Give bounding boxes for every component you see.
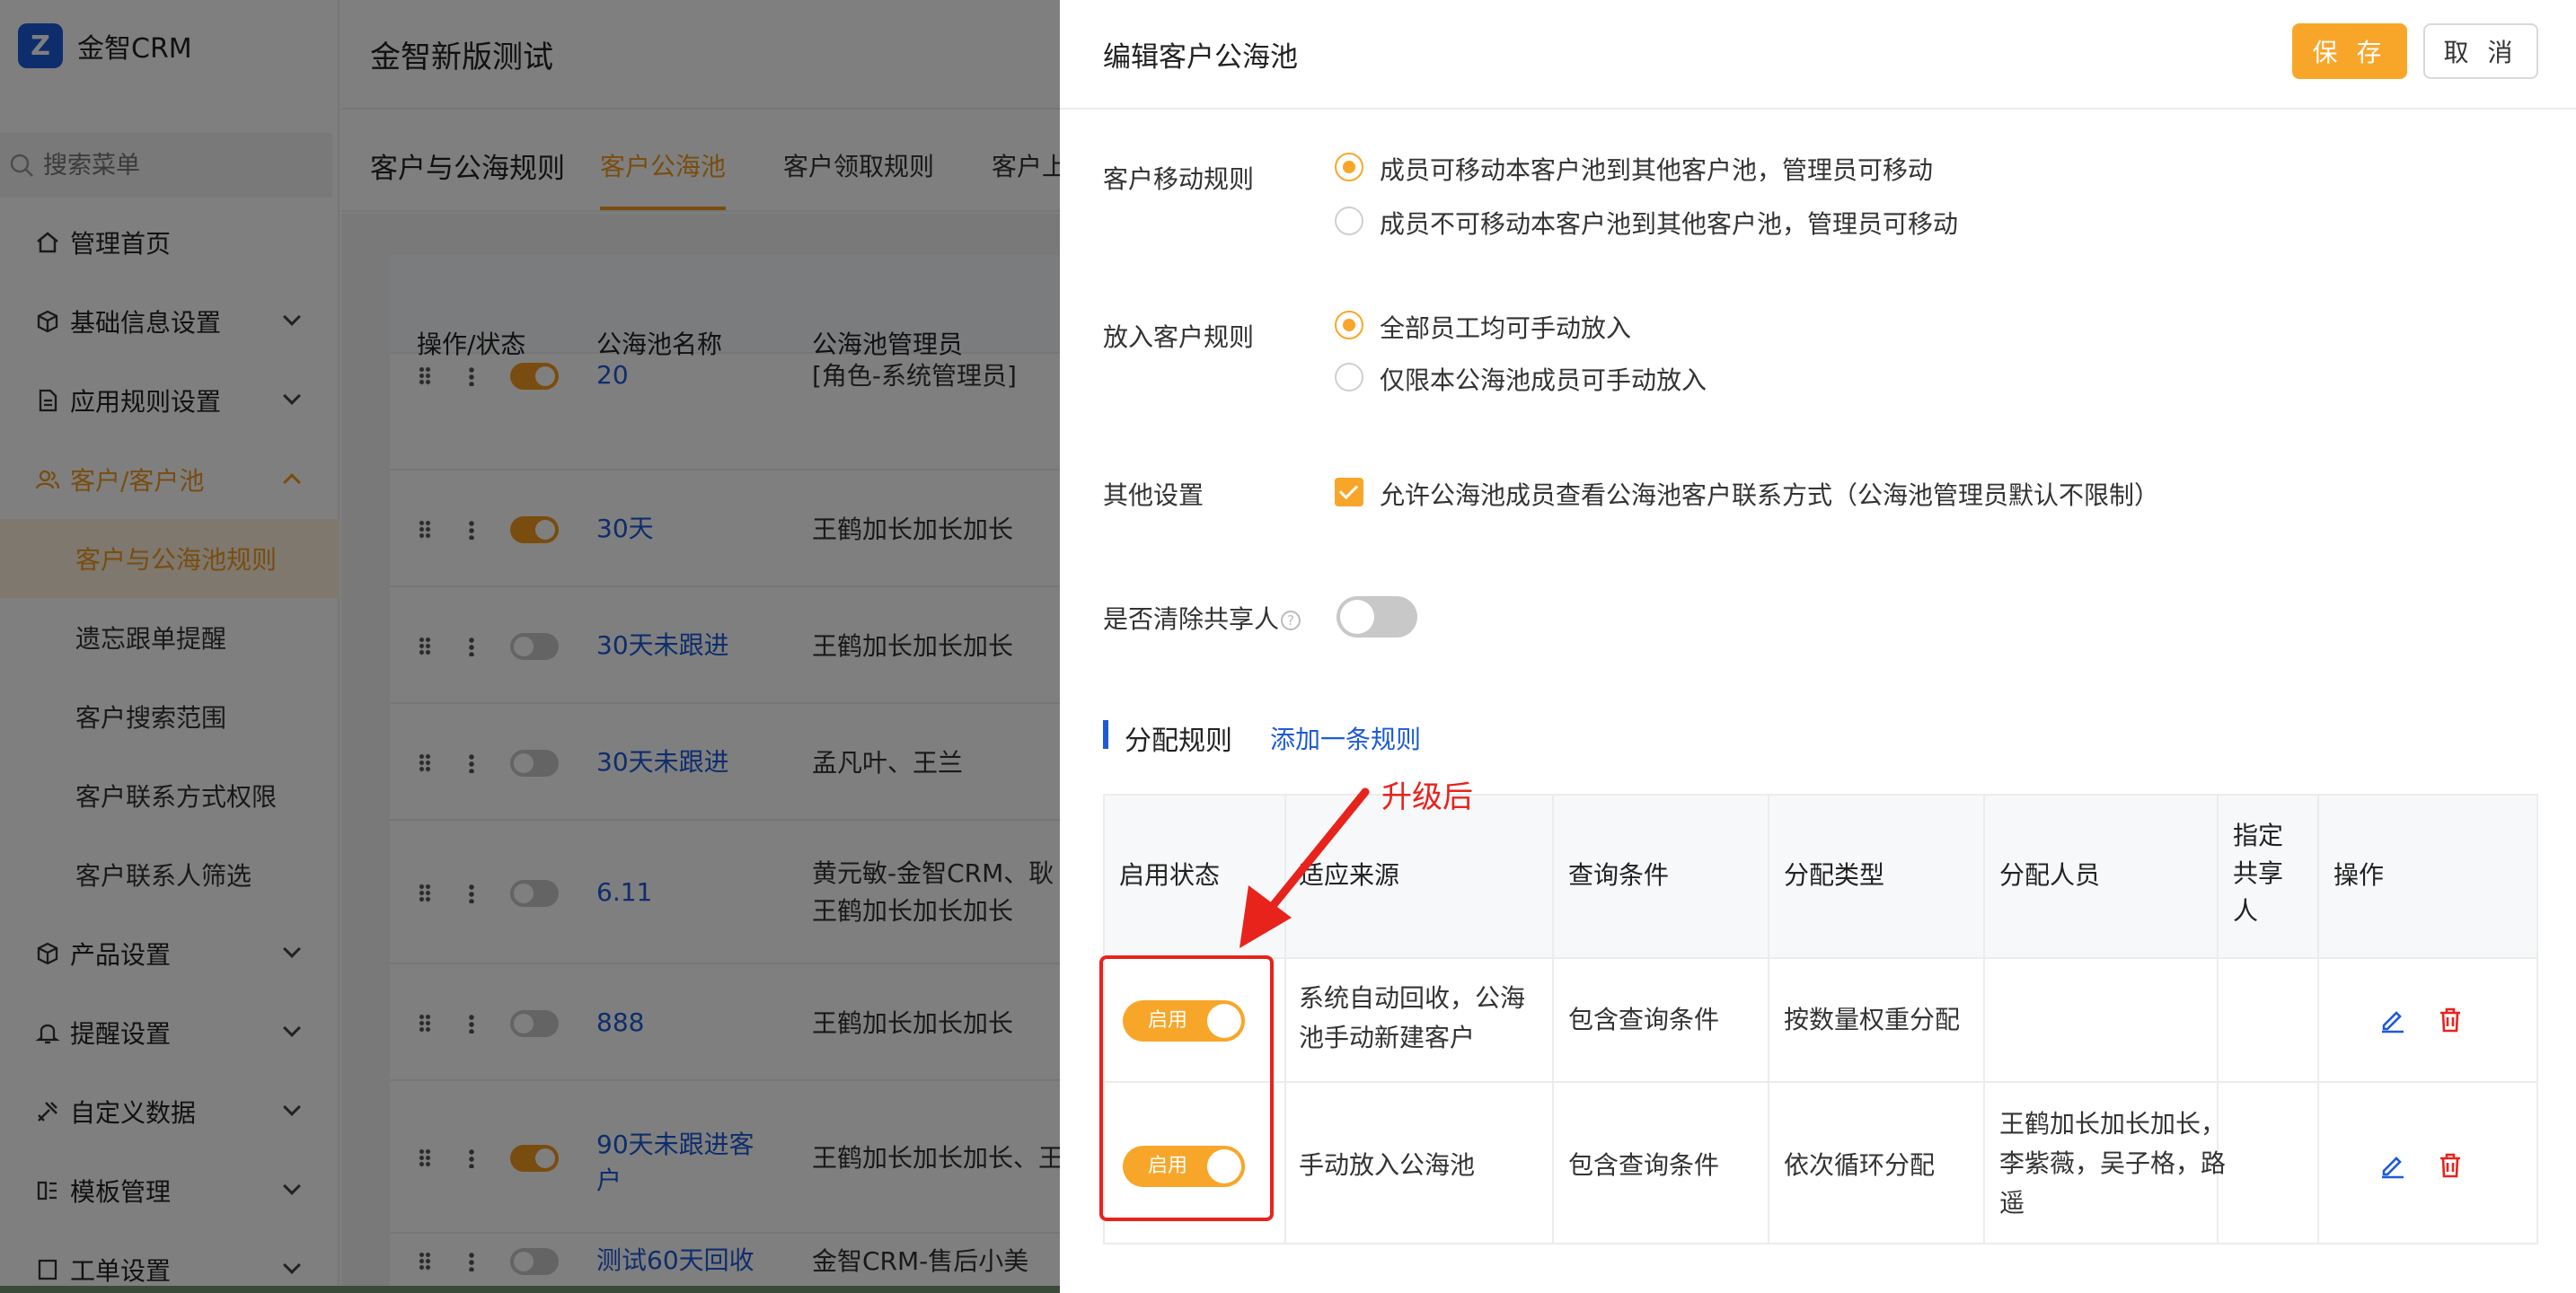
col-header-action: 操作 [2333,860,2385,890]
table-row: 启用 系统自动回收，公海 池手动新建客户 包含查询条件 按数量权重分配 [1105,959,2536,1083]
put-rule-option-2[interactable]: 仅限本公海池成员可手动放入 [1380,361,1707,397]
clear-share-toggle[interactable] [1337,596,1417,638]
add-rule-link[interactable]: 添加一条规则 [1270,720,1421,756]
clear-share-label: 是否清除共享人? [1103,600,1301,636]
delete-icon[interactable] [2436,1151,2465,1180]
contact-visibility-label[interactable]: 允许公海池成员查看公海池客户联系方式（公海池管理员默认不限制） [1380,476,2159,512]
edit-icon[interactable] [2378,1006,2407,1034]
put-rule-radio-2[interactable] [1335,363,1363,391]
clear-share-text: 是否清除共享人 [1103,604,1280,634]
col-header-share: 指定 共享 人 [2233,817,2305,930]
rule-people: 王鹤加长加长加长， 李紫薇，吴子格，路 遥 [1999,1104,2226,1223]
move-rule-label: 客户移动规则 [1103,164,1255,194]
col-header-people: 分配人员 [1999,860,2101,890]
annotation-arrow-icon [1239,787,1370,948]
rule-type: 依次循环分配 [1784,1150,1936,1180]
put-rule-radio-1[interactable] [1335,311,1363,339]
move-rule-radio-2[interactable] [1335,207,1363,235]
cancel-button[interactable]: 取 消 [2423,23,2538,79]
save-button[interactable]: 保 存 [2292,23,2407,79]
drawer-header: 编辑客户公海池 保 存 取 消 [1060,0,2576,110]
rule-type: 按数量权重分配 [1784,1005,1961,1034]
source-line: 系统自动回收，公海 [1299,983,1526,1013]
section-title: 分配规则 [1125,726,1232,757]
highlight-box [1099,955,1274,1221]
people-line: 王鹤加长加长加长， [1999,1109,2227,1139]
rule-source: 系统自动回收，公海 池手动新建客户 [1299,979,1525,1058]
header-line: 指定 [2233,821,2284,850]
edit-icon[interactable] [2378,1151,2407,1180]
drawer-title: 编辑客户公海池 [1103,41,1298,74]
delete-icon[interactable] [2436,1006,2465,1034]
move-rule-radio-1[interactable] [1335,153,1363,181]
move-rule-option-2[interactable]: 成员不可移动本客户池到其他客户池，管理员可移动 [1380,205,1958,241]
col-header-query: 查询条件 [1568,860,1670,890]
source-line: 池手动新建客户 [1299,1023,1476,1052]
rule-query: 包含查询条件 [1568,1005,1720,1034]
edit-pool-drawer: 编辑客户公海池 保 存 取 消 客户移动规则 成员可移动本客户池到其他客户池，管… [1060,0,2576,1293]
put-rule-label: 放入客户规则 [1103,322,1255,352]
header-line: 共享 [2233,858,2284,888]
people-line: 李紫薇，吴子格，路 [1999,1148,2227,1178]
section-marker [1103,720,1108,749]
table-row: 启用 手动放入公海池 包含查询条件 依次循环分配 王鹤加长加长加长， 李紫薇，吴… [1105,1083,2536,1245]
contact-visibility-checkbox[interactable] [1335,478,1363,506]
col-header-status: 启用状态 [1119,860,1221,890]
put-rule-option-1[interactable]: 全部员工均可手动放入 [1380,309,1631,345]
other-settings-label: 其他设置 [1103,480,1204,510]
move-rule-option-1[interactable]: 成员可移动本客户池到其他客户池，管理员可移动 [1380,151,1933,187]
col-header-type: 分配类型 [1784,860,1885,890]
help-icon[interactable]: ? [1281,611,1301,630]
people-line: 遥 [1999,1188,2025,1218]
annotation-label: 升级后 [1381,779,1473,815]
window-edge [0,1286,1060,1293]
header-line: 人 [2233,896,2259,926]
rule-query: 包含查询条件 [1568,1150,1720,1180]
rule-source: 手动放入公海池 [1299,1150,1476,1180]
